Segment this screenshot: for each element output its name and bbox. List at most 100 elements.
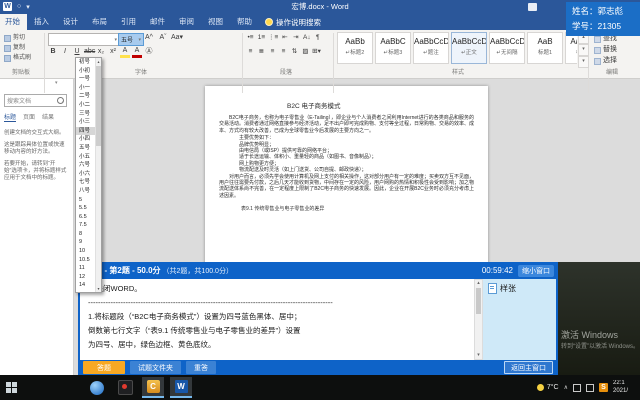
font-size-option[interactable]: 三号 (76, 110, 97, 119)
font-size-option[interactable]: 小二 (76, 101, 97, 110)
dropdown-scrollbar[interactable]: ▴ ▾ (95, 58, 101, 292)
font-format-button[interactable]: A (120, 46, 130, 58)
weather-widget[interactable]: 7°C (537, 384, 559, 391)
scroll-down-icon[interactable]: ▾ (96, 285, 101, 292)
style-item[interactable]: AaBbC 标题4 (565, 32, 577, 64)
ribbon-tab[interactable]: 帮助 (230, 14, 259, 30)
paragraph-button[interactable]: ⋮≡ (268, 32, 278, 44)
font-size-option[interactable]: 初号 (76, 58, 97, 67)
paragraph-button[interactable]: ≡ (268, 46, 277, 58)
editing-button[interactable]: 选择 (594, 56, 617, 66)
paragraph-button[interactable]: ⇥ (291, 32, 300, 44)
font-size-option[interactable]: 6.5 (76, 213, 97, 222)
font-size-option[interactable]: 七号 (76, 178, 97, 187)
font-size-option[interactable]: 小四 (76, 135, 97, 144)
shrink-window-button[interactable]: 缩小窗口 (518, 265, 554, 277)
scroll-up-icon[interactable]: ▴ (475, 280, 482, 287)
ribbon-display-options-icon[interactable] (528, 3, 537, 11)
style-item[interactable]: AaBbCcD ↵正文 (451, 32, 487, 64)
font-size-option[interactable]: 7.5 (76, 221, 97, 230)
paragraph-button[interactable]: •≡ (246, 32, 255, 44)
nav-tab[interactable]: 标题 (4, 112, 16, 122)
ribbon-tab[interactable]: 设计 (56, 14, 85, 30)
paragraph-button[interactable]: ⊞▾ (312, 46, 321, 58)
ribbon-tab[interactable]: 布局 (85, 14, 114, 30)
paragraph-button[interactable]: 1≡ (257, 32, 266, 44)
clipboard-button[interactable]: 格式刷 (4, 53, 31, 63)
save-icon[interactable]: ○ (17, 3, 21, 10)
paragraph-button[interactable]: ≡ (246, 46, 255, 58)
nav-search-input[interactable]: 搜索文档 (4, 94, 67, 107)
font-size-option[interactable]: 四号 (76, 127, 97, 136)
font-size-combo[interactable]: 五号▾ (118, 33, 144, 46)
font-size-option[interactable]: 六号 (76, 161, 97, 170)
gallery-scroll-button[interactable]: ▾ (578, 44, 589, 56)
font-size-option[interactable]: 11 (76, 264, 97, 273)
style-item[interactable]: AaBb ↵标题2 (337, 32, 373, 64)
return-main-window-button[interactable]: 返回主窗口 (504, 361, 553, 374)
editing-button[interactable]: 替换 (594, 45, 617, 55)
font-size-option[interactable]: 八号 (76, 187, 97, 196)
exam-header[interactable]: Word - 第2题 - 50.0分 （共2题，共100.0分） 00:59:4… (78, 262, 558, 279)
gallery-scroll-button[interactable]: ▾ (578, 56, 589, 68)
font-format-button[interactable]: x² (108, 46, 118, 58)
paragraph-button[interactable]: ≡ (279, 46, 288, 58)
font-size-option[interactable]: 五号 (76, 144, 97, 153)
font-size-option[interactable]: 12 (76, 273, 97, 282)
style-item[interactable]: AaBbCcD ↵题注 (413, 32, 449, 64)
paragraph-button[interactable]: ⇤ (280, 32, 289, 44)
taskbar-word-icon[interactable]: W (170, 377, 192, 398)
paragraph-button[interactable]: A↓ (302, 32, 311, 44)
ribbon-tab[interactable]: 视图 (201, 14, 230, 30)
paragraph-button[interactable]: ⇅ (290, 46, 299, 58)
exam-action-button[interactable]: 试题文件夹 (130, 361, 181, 374)
font-format-button[interactable]: Ⓐ (144, 46, 154, 58)
exam-action-button[interactable]: 重答 (186, 361, 216, 374)
nav-tab[interactable]: 结果 (42, 112, 54, 122)
scroll-up-icon[interactable]: ▴ (96, 58, 101, 65)
font-size-option[interactable]: 小初 (76, 67, 97, 76)
ribbon-tab[interactable]: 邮件 (143, 14, 172, 30)
ribbon-tab[interactable]: 引用 (114, 14, 143, 30)
scroll-down-icon[interactable]: ▾ (475, 352, 482, 359)
style-item[interactable]: AaBbCcD ↵无间隔 (489, 32, 525, 64)
exam-action-button[interactable]: 答题 (83, 361, 125, 374)
tell-me-box[interactable]: 操作说明搜索 (259, 14, 327, 30)
font-size-option[interactable]: 小五 (76, 153, 97, 162)
font-format-button[interactable]: A (132, 46, 142, 58)
taskbar-recorder-icon[interactable] (114, 377, 136, 398)
font-size-option[interactable]: 14 (76, 281, 97, 290)
paragraph-button[interactable]: ▨ (301, 46, 310, 58)
font-tool-button[interactable]: Aˇ (156, 32, 170, 44)
font-tool-button[interactable]: A^ (142, 32, 156, 44)
font-size-option[interactable]: 9 (76, 238, 97, 247)
font-size-option[interactable]: 二号 (76, 92, 97, 101)
font-size-option[interactable]: 5.5 (76, 204, 97, 213)
start-button-icon[interactable] (6, 382, 17, 393)
font-size-option[interactable]: 小一 (76, 84, 97, 93)
style-item[interactable]: AaBbC ↵标题3 (375, 32, 411, 64)
taskbar-browser-icon[interactable] (86, 377, 108, 398)
paragraph-button[interactable]: ¶ (313, 32, 322, 44)
paragraph-button[interactable]: ≣ (257, 46, 266, 58)
scroll-thumb[interactable] (476, 288, 481, 314)
font-format-button[interactable]: I (60, 46, 70, 58)
question-scrollbar[interactable]: ▴ ▾ (474, 279, 483, 360)
taskbar-clock[interactable]: 22:1 2021/ (613, 380, 639, 395)
font-format-button[interactable]: B (48, 46, 58, 58)
font-size-option[interactable]: 10.5 (76, 256, 97, 265)
style-item[interactable]: AaB 标题1 (527, 32, 563, 64)
clipboard-button[interactable]: 复制 (4, 43, 31, 53)
font-size-option[interactable]: 10 (76, 247, 97, 256)
ribbon-tab[interactable]: 开始 (0, 14, 27, 30)
ribbon-tab[interactable]: 插入 (27, 14, 56, 30)
font-tool-button[interactable]: Aa▾ (170, 32, 184, 44)
qat-dropdown-icon[interactable]: ▾ (26, 3, 30, 11)
sample-file-item[interactable]: 样张 (488, 283, 551, 294)
clipboard-button[interactable]: 剪切 (4, 33, 31, 43)
ribbon-tab[interactable]: 审阅 (172, 14, 201, 30)
volume-icon[interactable] (573, 384, 581, 392)
font-size-option[interactable]: 5 (76, 196, 97, 205)
network-icon[interactable] (586, 384, 594, 392)
nav-tab[interactable]: 页面 (23, 112, 35, 122)
